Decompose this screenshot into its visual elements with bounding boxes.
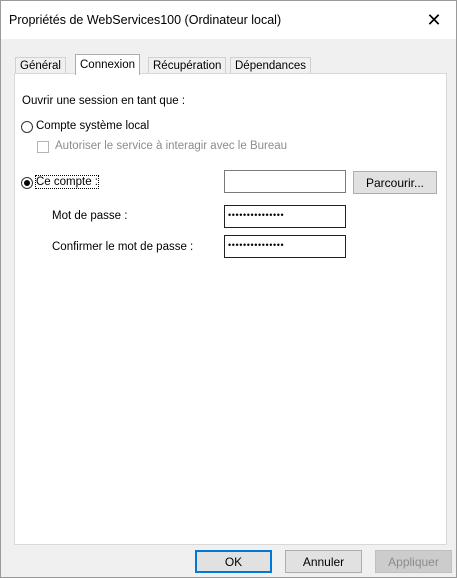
cancel-button[interactable]: Annuler bbox=[285, 550, 362, 573]
service-properties-dialog: Propriétés de WebServices100 (Ordinateur… bbox=[0, 0, 457, 578]
tab-recuperation[interactable]: Récupération bbox=[148, 57, 227, 74]
confirm-password-label: Confirmer le mot de passe : bbox=[52, 241, 194, 253]
this-account-label[interactable]: Ce compte : bbox=[35, 175, 99, 189]
tab-general[interactable]: Général bbox=[15, 57, 66, 74]
this-account-radio[interactable] bbox=[21, 177, 33, 189]
radio-selected-dot bbox=[24, 180, 30, 186]
ok-button[interactable]: OK bbox=[195, 550, 272, 573]
tab-connexion[interactable]: Connexion bbox=[75, 54, 140, 75]
password-masked-value: ••••••••••••••• bbox=[228, 210, 285, 220]
confirm-password-masked-value: ••••••••••••••• bbox=[228, 240, 285, 250]
local-system-radio[interactable] bbox=[21, 121, 33, 133]
password-label: Mot de passe : bbox=[52, 210, 128, 222]
logon-tab-panel: Ouvrir une session en tant que : Compte … bbox=[14, 73, 447, 545]
local-system-label[interactable]: Compte système local bbox=[36, 120, 149, 132]
account-name-input[interactable] bbox=[224, 170, 346, 193]
close-icon[interactable]: ✕ bbox=[412, 1, 456, 39]
tab-dependances[interactable]: Dépendances bbox=[230, 57, 311, 74]
apply-button[interactable]: Appliquer bbox=[375, 550, 452, 573]
window-title: Propriétés de WebServices100 (Ordinateur… bbox=[9, 13, 282, 27]
password-input[interactable]: ••••••••••••••• bbox=[224, 205, 346, 228]
allow-desktop-checkbox[interactable] bbox=[37, 141, 49, 153]
title-bar: Propriétés de WebServices100 (Ordinateur… bbox=[1, 1, 456, 39]
confirm-password-input[interactable]: ••••••••••••••• bbox=[224, 235, 346, 258]
allow-desktop-label: Autoriser le service à interagir avec le… bbox=[55, 140, 288, 152]
browse-button[interactable]: Parcourir... bbox=[353, 171, 437, 194]
logon-heading: Ouvrir une session en tant que : bbox=[22, 95, 186, 107]
